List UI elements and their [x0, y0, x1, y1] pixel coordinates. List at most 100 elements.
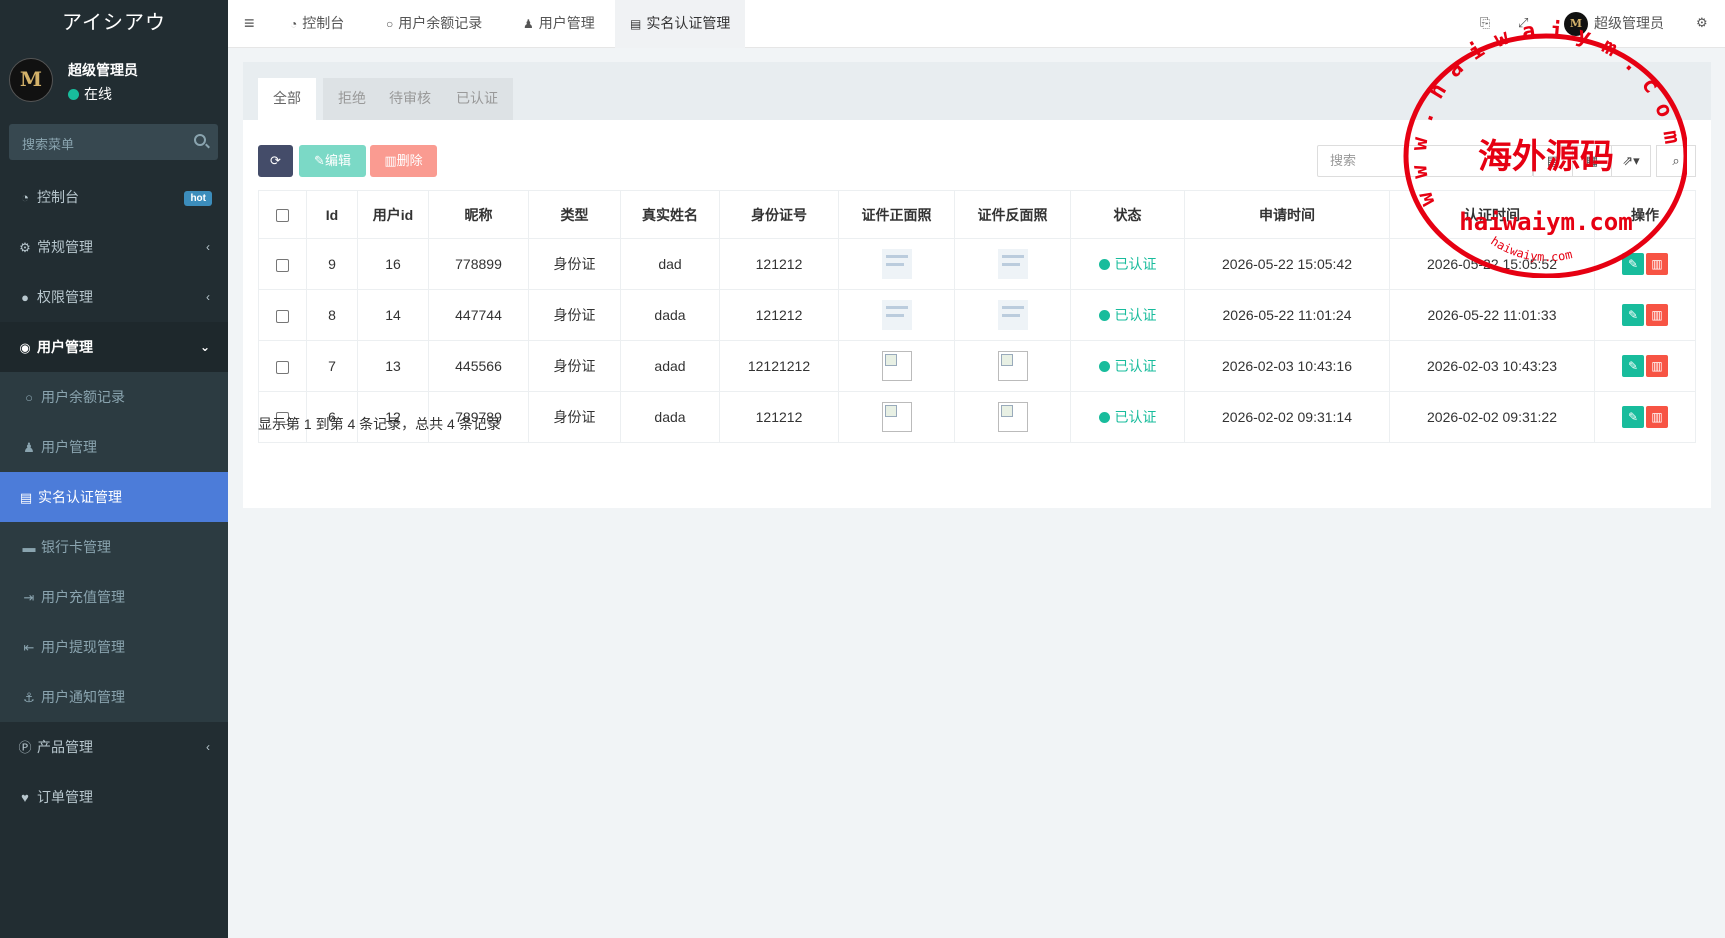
nav-tab-label: 控制台: [302, 15, 345, 31]
delete-button[interactable]: ▥删除: [370, 145, 437, 177]
row-edit-button[interactable]: ✎: [1622, 406, 1644, 428]
brand-logo[interactable]: アイシアウ: [0, 0, 228, 48]
broken-image-icon[interactable]: [997, 351, 1028, 381]
sidebar-item-dashboard[interactable]: ◔ 控制台 hot: [0, 172, 228, 222]
topbar: ≡ ◔ 控制台 ○ 用户余额记录 ♟ 用户管理 ▤ 实名认证管理 ⎘ ⤢ M 超级管理员 …: [228, 0, 1725, 48]
columns-dropdown-button[interactable]: ▦: [1572, 145, 1612, 177]
select-all-cell: [258, 190, 307, 239]
sidebar-item-recharge[interactable]: ⇥ 用户充值管理: [0, 572, 228, 622]
cell-type: 身份证: [528, 289, 621, 341]
sidebar-item-realname[interactable]: ▤ 实名认证管理: [0, 472, 228, 522]
col-nickname[interactable]: 昵称: [428, 190, 529, 239]
col-status[interactable]: 状态: [1070, 190, 1185, 239]
table-search-input[interactable]: 搜索: [1317, 145, 1533, 177]
row-edit-button[interactable]: ✎: [1622, 253, 1644, 275]
avatar: M: [9, 58, 53, 102]
cell-id: 7: [306, 340, 358, 392]
tab-rejected[interactable]: 拒绝: [323, 78, 381, 120]
cogs-icon: ⚙: [19, 240, 31, 255]
sidebar-item-label: 银行卡管理: [41, 539, 111, 555]
sidebar-item-auth[interactable]: ● 权限管理 ‹: [0, 272, 228, 322]
tab-pending[interactable]: 待审核: [374, 78, 446, 120]
search-toggle-button[interactable]: ⌕: [1656, 145, 1696, 177]
col-id-number[interactable]: 身份证号: [719, 190, 839, 239]
cell-real-name: adad: [620, 340, 720, 392]
edit-button-label: 编辑: [324, 153, 351, 168]
broken-image-icon[interactable]: [997, 402, 1028, 432]
col-type[interactable]: 类型: [528, 190, 621, 239]
col-id[interactable]: Id: [306, 190, 358, 239]
nav-tab-dashboard[interactable]: ◔ 控制台: [290, 0, 344, 48]
nav-tab-users[interactable]: ♟ 用户管理: [523, 0, 595, 48]
cell-real-name: dada: [620, 391, 720, 443]
search-icon: [194, 134, 206, 146]
user-status-text: 在线: [84, 86, 112, 102]
admin-user-menu[interactable]: M 超级管理员: [1564, 0, 1664, 48]
sidebar-item-bankcard[interactable]: ▬ 银行卡管理: [0, 522, 228, 572]
cell-nickname: 447744: [428, 289, 529, 341]
nav-tab-balance-log[interactable]: ○ 用户余额记录: [386, 0, 482, 48]
sidebar-item-balance-log[interactable]: ○ 用户余额记录: [0, 372, 228, 422]
cell-apply-time: 2026-05-22 11:01:24: [1184, 289, 1390, 341]
col-id-back[interactable]: 证件反面照: [954, 190, 1071, 239]
nav-tab-realname[interactable]: ▤ 实名认证管理: [615, 0, 746, 48]
settings-icon[interactable]: ⚙: [1696, 0, 1708, 48]
row-checkbox[interactable]: [276, 309, 289, 323]
id-back-thumbnail[interactable]: [997, 300, 1028, 330]
sidebar-item-label: 用户余额记录: [41, 389, 125, 405]
cell-nickname: 778899: [428, 238, 529, 290]
row-delete-button[interactable]: ▥: [1646, 355, 1668, 377]
refresh-button[interactable]: ⟳: [258, 145, 293, 177]
tab-verified[interactable]: 已认证: [441, 78, 513, 120]
col-verify-time[interactable]: 认证时间: [1389, 190, 1595, 239]
row-checkbox[interactable]: [276, 360, 289, 374]
sidebar-item-general[interactable]: ⚙ 常规管理 ‹: [0, 222, 228, 272]
cell-apply-time: 2026-05-22 15:05:42: [1184, 238, 1390, 290]
hamburger-menu-icon[interactable]: ≡: [244, 0, 255, 48]
sidebar-item-orders[interactable]: ♥ 订单管理: [0, 772, 228, 822]
anchor-icon: ⚓: [23, 690, 35, 705]
row-checkbox[interactable]: [276, 258, 289, 272]
broken-image-icon[interactable]: [881, 351, 912, 381]
cell-actions: ✎ ▥: [1594, 340, 1696, 392]
status-dot-icon: [1098, 412, 1110, 423]
row-delete-button[interactable]: ▥: [1646, 304, 1668, 326]
row-delete-button[interactable]: ▥: [1646, 406, 1668, 428]
sidebar-item-users[interactable]: ♟ 用户管理: [0, 422, 228, 472]
cell-id-front: [838, 391, 955, 443]
col-apply-time[interactable]: 申请时间: [1184, 190, 1390, 239]
clear-cache-icon[interactable]: ⎘: [1480, 0, 1490, 48]
realname-table: Id 用户id 昵称 类型 真实姓名 身份证号 证件正面照 证件反面照 状态 申…: [258, 190, 1696, 443]
dashboard-icon: ◔: [290, 17, 298, 31]
th-icon: ▦: [1585, 153, 1599, 168]
select-all-checkbox[interactable]: [276, 209, 289, 223]
column-toggle-button[interactable]: ▤: [1533, 145, 1573, 177]
sidebar-item-product[interactable]: Ⓟ 产品管理 ‹: [0, 722, 228, 772]
col-id-front[interactable]: 证件正面照: [838, 190, 955, 239]
sidebar-item-label: 订单管理: [37, 789, 93, 805]
id-front-thumbnail[interactable]: [881, 300, 912, 330]
broken-image-icon[interactable]: [881, 402, 912, 432]
sidebar-item-label: 实名认证管理: [38, 489, 122, 505]
sidebar-item-user-mgmt[interactable]: ◉ 用户管理 ⌄: [0, 322, 228, 372]
cell-real-name: dad: [620, 238, 720, 290]
menu-search-input[interactable]: 搜索菜单: [9, 124, 218, 160]
online-dot-icon: [68, 89, 79, 100]
col-user-id[interactable]: 用户id: [357, 190, 429, 239]
id-front-thumbnail[interactable]: [881, 249, 912, 279]
tab-all[interactable]: 全部: [258, 78, 316, 120]
export-button[interactable]: ⇗▾: [1611, 145, 1651, 177]
list-icon: ▤: [1546, 153, 1560, 168]
col-real-name[interactable]: 真实姓名: [620, 190, 720, 239]
sign-out-icon: ⇤: [23, 640, 35, 655]
edit-button[interactable]: ✎编辑: [299, 145, 366, 177]
sidebar-item-withdraw[interactable]: ⇤ 用户提现管理: [0, 622, 228, 672]
row-delete-button[interactable]: ▥: [1646, 253, 1668, 275]
cell-status: 已认证: [1070, 340, 1185, 392]
row-edit-button[interactable]: ✎: [1622, 304, 1644, 326]
id-back-thumbnail[interactable]: [997, 249, 1028, 279]
row-edit-button[interactable]: ✎: [1622, 355, 1644, 377]
sidebar-item-notify[interactable]: ⚓ 用户通知管理: [0, 672, 228, 722]
fullscreen-icon[interactable]: ⤢: [1518, 0, 1528, 48]
nav-tab-label: 用户管理: [538, 15, 595, 31]
